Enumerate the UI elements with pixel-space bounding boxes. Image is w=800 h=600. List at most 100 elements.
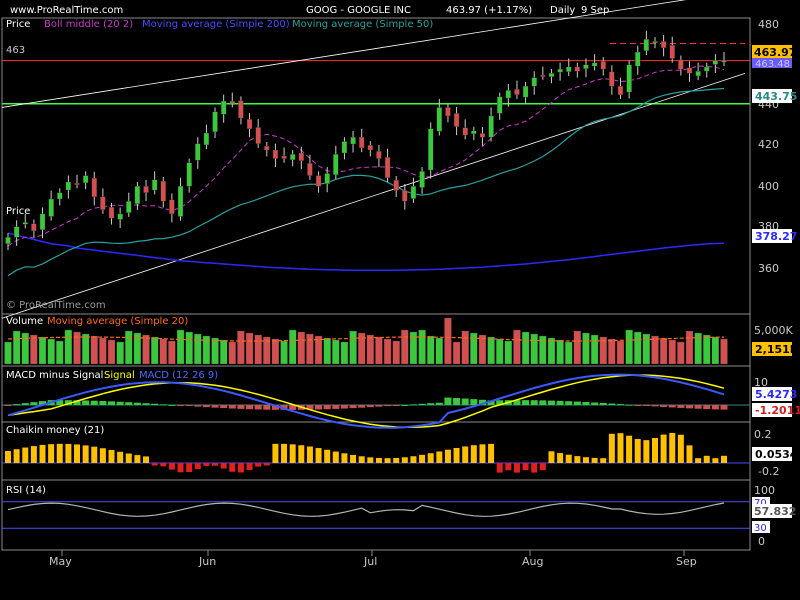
candle-body	[57, 192, 63, 200]
chaikin-bar	[160, 463, 167, 467]
chaikin-bar	[470, 445, 477, 463]
macd-hist-bar	[151, 403, 159, 405]
chaikin-bar	[358, 456, 365, 463]
candle-body	[721, 60, 727, 63]
macd-hist-bar	[608, 403, 616, 405]
volume-bar	[651, 335, 659, 365]
macd-hist-bar	[323, 405, 331, 410]
volume-bar	[478, 334, 487, 365]
chaikin-bar	[462, 446, 469, 463]
header-quote: 463.97 (+1.17%)	[446, 5, 532, 16]
macd-hist-bar	[108, 401, 116, 405]
volume-bar	[496, 338, 504, 365]
macd-hist-bar	[133, 402, 141, 405]
chaikin-bar	[143, 456, 150, 463]
chaikin-bar	[13, 449, 20, 463]
volume-bar	[703, 334, 711, 365]
candle-body	[281, 155, 287, 159]
macd-hist-bar	[642, 405, 650, 406]
header-symbol: GOOG - GOOGLE INC	[306, 5, 411, 16]
volume-title: Volume	[6, 316, 43, 327]
macd-hist-bar	[539, 400, 547, 405]
volume-bar	[211, 337, 219, 365]
candle-body	[531, 77, 537, 87]
volume-bar	[4, 341, 12, 365]
candle-body	[393, 180, 399, 191]
volume-bar	[590, 334, 599, 365]
watermark: © ProRealTime.com	[6, 300, 106, 311]
chaikin-bar	[48, 444, 55, 463]
macd-hist-bar	[530, 400, 538, 405]
candle-body	[229, 100, 235, 104]
volume-bar	[711, 336, 720, 365]
volume-bar	[228, 341, 236, 365]
volume-bar	[642, 333, 651, 365]
volume-bar	[194, 333, 202, 365]
volume-bar	[280, 340, 288, 365]
candle-body	[315, 175, 322, 187]
volume-bar	[582, 332, 590, 365]
chaikin-bar	[634, 439, 641, 463]
volume-bar	[659, 337, 668, 365]
last-price-label: 463.97	[754, 46, 796, 59]
chaikin-bar	[74, 444, 81, 463]
chaikin-bar	[531, 463, 538, 473]
chaikin-bar	[660, 434, 667, 463]
candle-body	[126, 200, 132, 213]
volume-bar	[237, 330, 245, 365]
candle-body	[169, 199, 175, 215]
chaikin-bar	[539, 463, 546, 471]
macd-hist-bar	[177, 405, 185, 406]
candle-body	[471, 130, 477, 134]
header-url[interactable]: www.ProRealTime.com	[10, 5, 123, 16]
y-tick-400: 400	[758, 180, 779, 193]
volume-bar	[81, 333, 90, 365]
candle-body	[505, 90, 511, 99]
candle-body	[350, 137, 356, 145]
candle-body	[160, 180, 166, 202]
volume-bar	[340, 341, 349, 365]
chaikin-bar	[436, 451, 443, 463]
volume-bar	[289, 329, 297, 365]
chaikin-bar	[108, 449, 115, 463]
chaikin-bar	[617, 433, 624, 463]
chaikin-bar	[220, 463, 227, 469]
macd-hist-bar	[349, 405, 357, 409]
chaikin-bar	[5, 451, 11, 463]
candle-body	[221, 100, 227, 115]
candle-body	[186, 162, 192, 187]
volume-label: 2,151K	[755, 343, 799, 356]
chaikin-bar	[168, 463, 175, 470]
macd-hist-bar	[202, 405, 210, 408]
chaikin-bar	[82, 445, 89, 463]
candle-body	[152, 179, 158, 191]
chaikin-bar	[134, 455, 141, 463]
chaikin-bar	[341, 453, 348, 463]
volume-bar	[159, 338, 167, 365]
macd-hist-bar	[254, 405, 262, 410]
macd-hist-bar	[211, 405, 219, 408]
macd-hist-bar	[547, 400, 555, 405]
candle-body	[445, 107, 451, 117]
volume-bar	[168, 340, 176, 365]
candle-body	[108, 206, 115, 219]
x-tick-aug: Aug	[522, 555, 543, 568]
candle-body	[436, 107, 442, 132]
chaikin-bar	[30, 446, 37, 463]
ma200-label: 378.27	[755, 230, 797, 243]
chaikin-title: Chaikin money (21)	[6, 425, 104, 436]
candle-body	[557, 68, 563, 73]
candle-body	[704, 66, 710, 72]
chaikin-bar	[565, 454, 572, 463]
chaikin-bar	[263, 463, 270, 466]
candle-body	[367, 145, 373, 151]
macd-hist-bar	[694, 405, 702, 409]
macd-hist-bar	[263, 405, 271, 410]
macd-hist-bar	[470, 399, 478, 405]
volume-bar	[90, 335, 98, 365]
candle-body	[514, 88, 520, 95]
macd-hist-bar	[720, 405, 728, 410]
macd-hist-bar	[358, 405, 366, 408]
candle-body	[298, 152, 304, 161]
macd-hist-bar	[185, 405, 193, 407]
